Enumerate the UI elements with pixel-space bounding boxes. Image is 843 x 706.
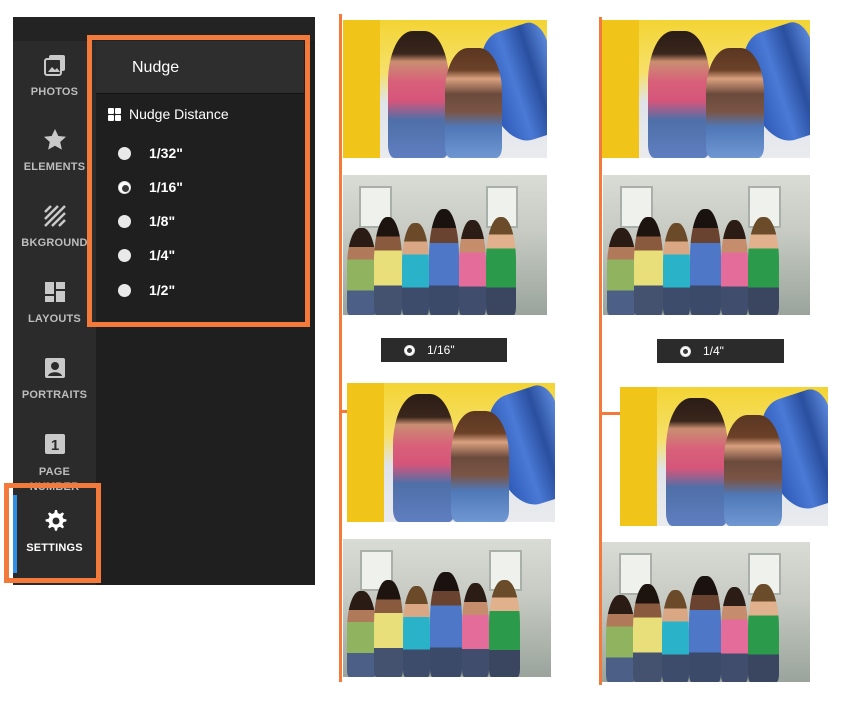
sidebar-item-label: LAYOUTS xyxy=(28,313,81,325)
radio-indicator-icon xyxy=(680,345,691,357)
sidebar-item-background[interactable]: BKGROUND xyxy=(13,203,96,275)
photos-icon xyxy=(43,55,65,76)
slide-photo-after-nudge xyxy=(347,383,555,522)
slide-photo-after-nudge-right xyxy=(620,387,828,526)
sidebar-item-photos[interactable]: PHOTOS xyxy=(13,52,96,124)
sidebar-item-layouts[interactable]: LAYOUTS xyxy=(13,279,96,351)
page-number-icon-digit: 1 xyxy=(50,437,58,454)
sidebar-item-portraits[interactable]: PORTRAITS xyxy=(13,355,96,427)
nudge-value-badge-right: 1/4" xyxy=(657,339,784,363)
badge-label: 1/4" xyxy=(703,344,724,358)
slide-photo-before-right xyxy=(602,20,810,158)
group-photo-before-right xyxy=(603,175,810,315)
star-icon xyxy=(43,129,66,150)
sidebar-item-elements[interactable]: ELEMENTS xyxy=(13,127,96,199)
screenshot-stage: PHOTOS ELEMENTS BKGROUND LAYOUTS PORTRAI… xyxy=(0,0,843,706)
settings-highlight xyxy=(4,483,101,583)
group-photo-before xyxy=(343,175,547,315)
badge-label: 1/16" xyxy=(427,343,455,357)
radio-indicator-icon xyxy=(404,344,415,356)
sidebar-item-label: PORTRAITS xyxy=(21,389,88,401)
nudge-panel-highlight xyxy=(87,35,310,327)
background-hatch-icon xyxy=(43,205,66,227)
sidebar-item-label: BKGROUND xyxy=(21,237,88,249)
slide-photo-before xyxy=(343,20,547,158)
left-column-guide-line xyxy=(339,14,342,682)
page-number-icon: 1 xyxy=(44,434,65,454)
group-photo-after xyxy=(343,539,551,677)
group-photo-after-right xyxy=(602,542,810,682)
portrait-icon xyxy=(44,358,65,378)
layouts-grid-icon xyxy=(44,282,65,302)
sidebar-item-label: ELEMENTS xyxy=(23,161,86,173)
sidebar-item-label: PHOTOS xyxy=(30,86,79,98)
nudge-value-badge-left: 1/16" xyxy=(381,338,507,362)
